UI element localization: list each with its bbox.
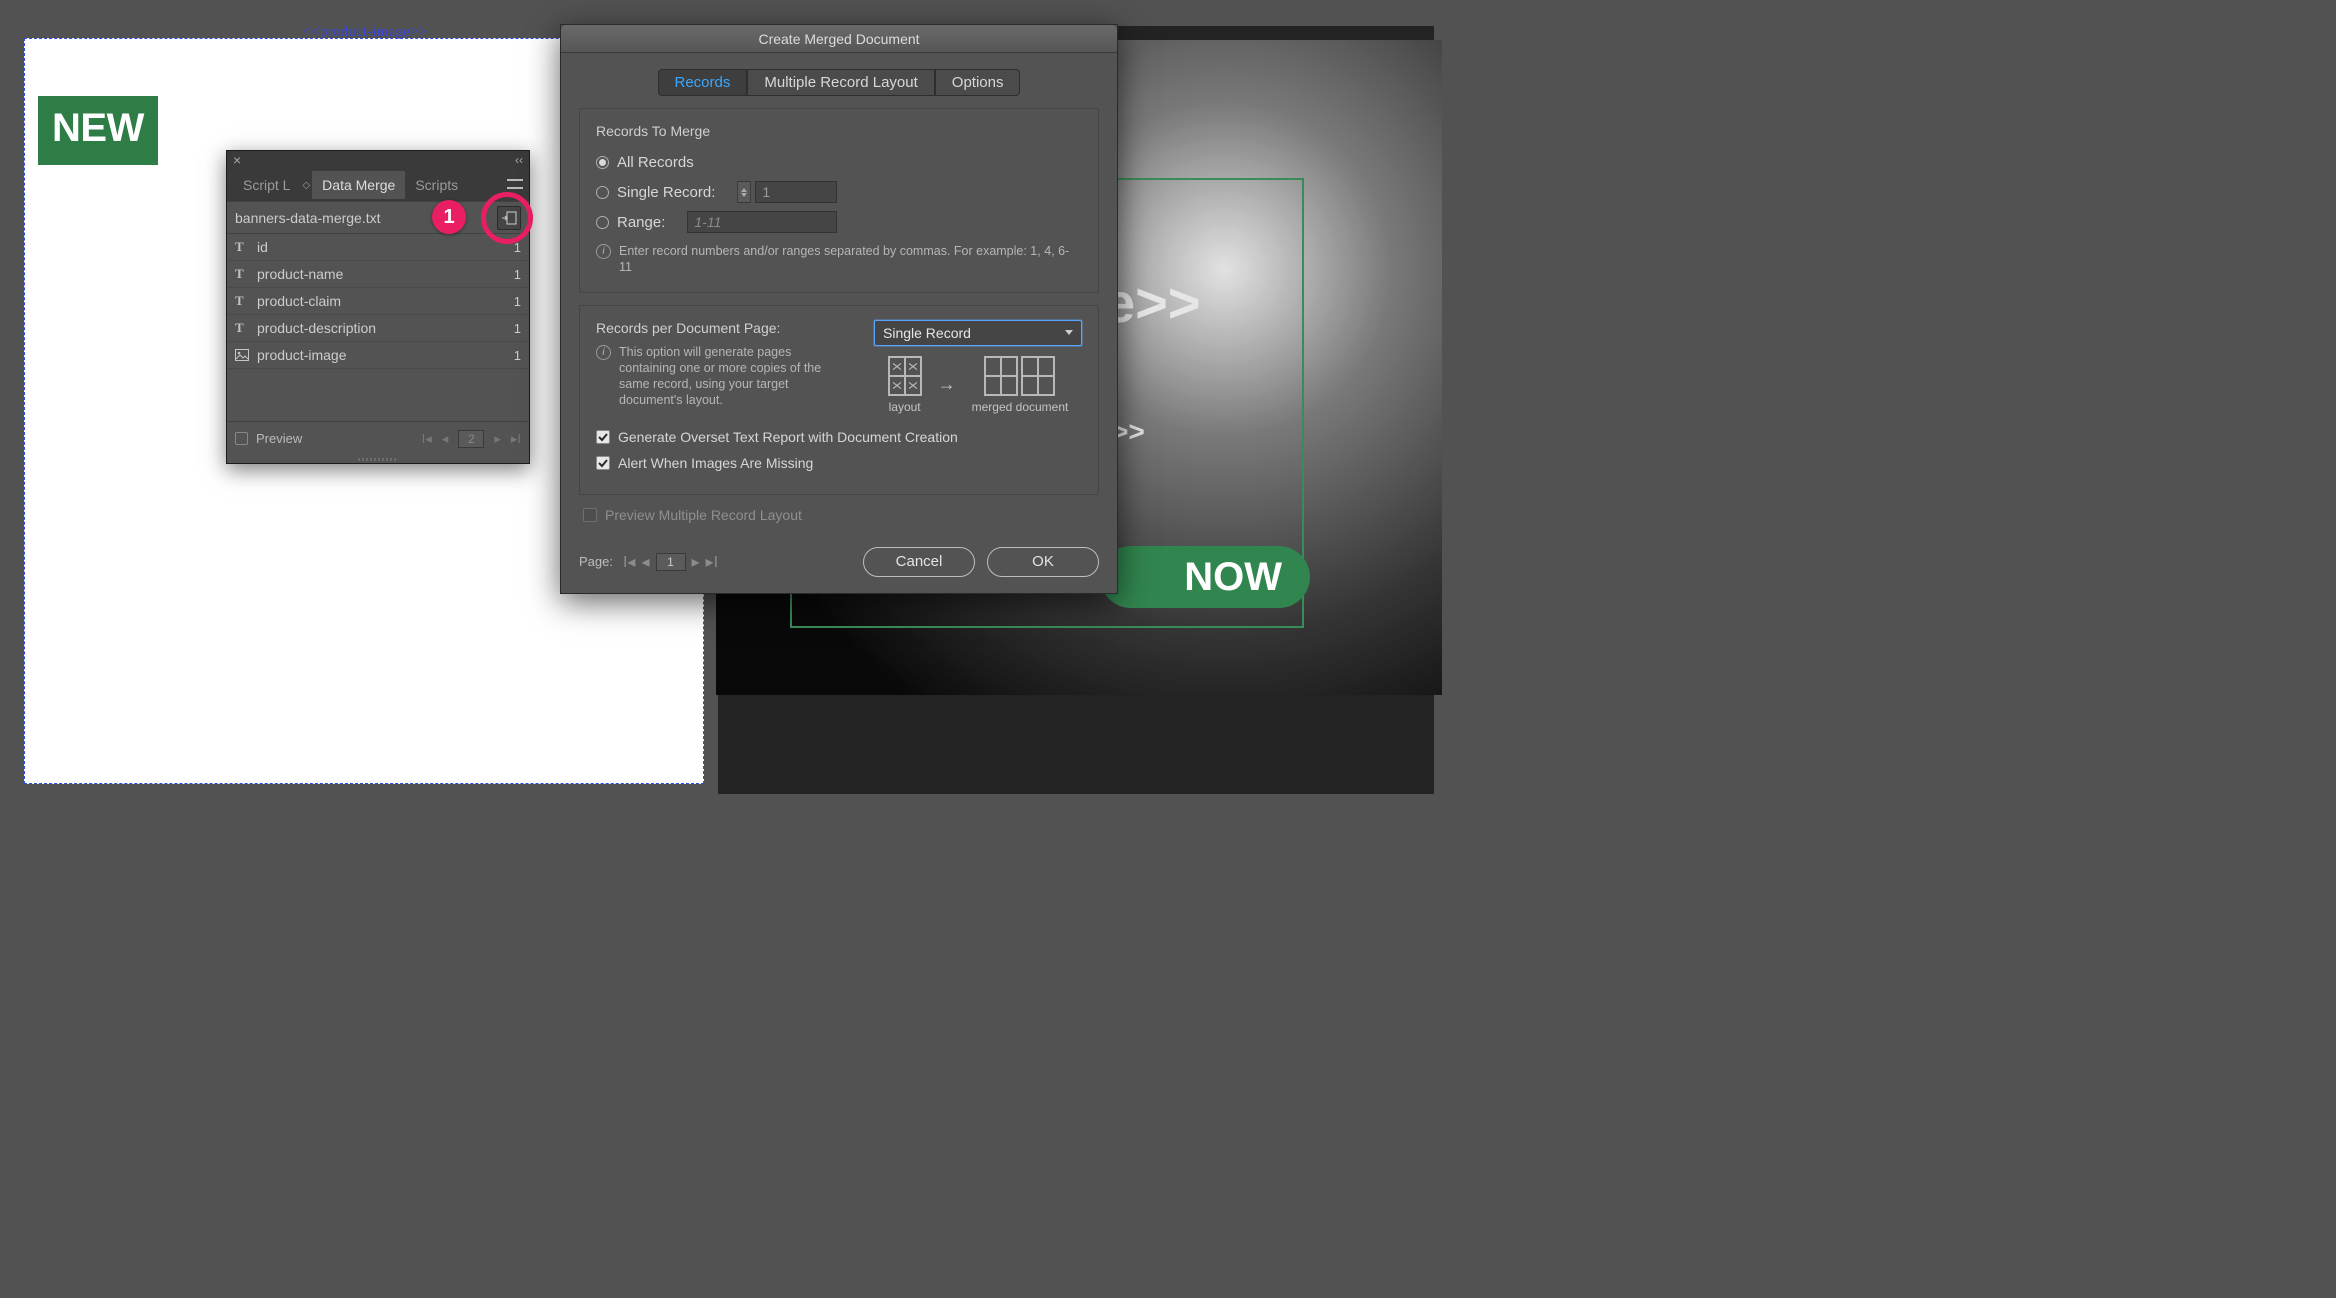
radio-range[interactable] xyxy=(596,216,609,229)
records-per-page-value: Single Record xyxy=(883,325,971,341)
single-record-label: Single Record: xyxy=(617,184,715,201)
records-to-merge-title: Records To Merge xyxy=(596,123,1082,139)
cancel-button[interactable]: Cancel xyxy=(863,547,975,577)
tab-records[interactable]: Records xyxy=(658,69,748,96)
data-merge-panel: × ‹‹ Script L ◇ Data Merge Scripts banne… xyxy=(226,150,530,464)
records-per-page-label: Records per Document Page: xyxy=(596,320,836,336)
records-per-page-hint: This option will generate pages containi… xyxy=(619,344,836,409)
prev-page-icon[interactable]: ◂ xyxy=(641,552,649,572)
preview-multiple-record-row: Preview Multiple Record Layout xyxy=(583,507,1099,523)
field-count: 1 xyxy=(514,321,521,336)
radio-all-records[interactable] xyxy=(596,156,609,169)
page-label: Page: xyxy=(579,554,613,569)
single-record-value[interactable]: 1 xyxy=(755,181,837,203)
field-count: 1 xyxy=(514,348,521,363)
layout-icon xyxy=(888,356,922,396)
tab-script-label[interactable]: Script L xyxy=(233,171,300,199)
last-record-icon[interactable]: ▸I xyxy=(511,431,521,447)
overset-report-label: Generate Overset Text Report with Docume… xyxy=(618,429,958,445)
create-merged-document-dialog: Create Merged Document Records Multiple … xyxy=(560,24,1118,594)
text-field-icon xyxy=(235,321,249,335)
field-count: 1 xyxy=(514,294,521,309)
dialog-tabs: Records Multiple Record Layout Options xyxy=(579,69,1099,96)
text-field-icon xyxy=(235,294,249,308)
tab-scripts[interactable]: Scripts xyxy=(405,171,468,199)
panel-resize-grip[interactable] xyxy=(227,455,529,463)
data-source-filename: banners-data-merge.txt xyxy=(235,210,381,226)
arrow-right-icon: → xyxy=(938,374,956,395)
alert-missing-images-checkbox[interactable] xyxy=(596,456,610,470)
tab-sort-icon[interactable]: ◇ xyxy=(300,180,312,191)
diagram-merged-label: merged document xyxy=(972,400,1069,414)
preview-multiple-record-checkbox xyxy=(583,508,597,522)
page-number-field[interactable]: 1 xyxy=(656,553,686,571)
field-name: product-name xyxy=(257,266,343,282)
records-to-merge-group: Records To Merge All Records Single Reco… xyxy=(579,108,1099,293)
preview-label: Preview xyxy=(256,431,302,446)
field-row[interactable]: product-name 1 xyxy=(227,261,529,288)
field-row[interactable]: product-description 1 xyxy=(227,315,529,342)
tab-options[interactable]: Options xyxy=(935,69,1021,96)
record-number-field[interactable]: 2 xyxy=(458,430,484,448)
field-name: product-description xyxy=(257,320,376,336)
tab-multiple-record-layout[interactable]: Multiple Record Layout xyxy=(747,69,934,96)
alert-missing-images-label: Alert When Images Are Missing xyxy=(618,455,813,471)
panel-menu-icon[interactable] xyxy=(507,178,523,190)
field-list: id 1 product-name 1 product-claim 1 prod… xyxy=(227,233,529,369)
text-field-icon xyxy=(235,267,249,281)
radio-single-record[interactable] xyxy=(596,186,609,199)
close-icon[interactable]: × xyxy=(233,152,241,168)
annotation-ring-1 xyxy=(481,192,533,244)
diagram-layout-label: layout xyxy=(889,400,921,414)
next-record-icon[interactable]: ▸ xyxy=(494,431,501,447)
field-row[interactable]: id 1 xyxy=(227,234,529,261)
field-name: id xyxy=(257,239,268,255)
new-badge: NEW xyxy=(38,96,158,165)
range-label: Range: xyxy=(617,214,665,231)
info-icon: i xyxy=(596,244,611,259)
prev-record-icon[interactable]: ◂ xyxy=(442,431,449,447)
collapse-icon[interactable]: ‹‹ xyxy=(515,153,523,167)
info-icon: i xyxy=(596,345,611,360)
overset-report-checkbox[interactable] xyxy=(596,430,610,444)
preview-multiple-record-label: Preview Multiple Record Layout xyxy=(605,507,802,523)
chevron-down-icon xyxy=(1065,330,1073,335)
field-row[interactable]: product-image 1 xyxy=(227,342,529,369)
single-record-stepper[interactable] xyxy=(737,181,751,203)
ok-button[interactable]: OK xyxy=(987,547,1099,577)
next-page-icon[interactable]: ▸ xyxy=(692,552,700,572)
image-field-icon xyxy=(235,348,249,362)
last-page-icon[interactable]: ▸I xyxy=(706,552,718,572)
merged-doc-icon xyxy=(984,356,1055,396)
shop-now-button: NOW xyxy=(1100,546,1310,608)
dialog-title: Create Merged Document xyxy=(561,25,1117,53)
first-record-icon[interactable]: I◂ xyxy=(422,431,432,447)
field-count: 1 xyxy=(514,267,521,282)
range-input[interactable]: 1-11 xyxy=(687,211,837,233)
records-per-page-diagram: layout → merged document xyxy=(874,356,1082,414)
field-name: product-image xyxy=(257,347,347,363)
all-records-label: All Records xyxy=(617,154,694,171)
records-per-page-group: Records per Document Page: i This option… xyxy=(579,305,1099,495)
field-name: product-claim xyxy=(257,293,341,309)
preview-checkbox[interactable] xyxy=(235,432,248,445)
records-per-page-dropdown[interactable]: Single Record xyxy=(874,320,1082,346)
annotation-badge-1: 1 xyxy=(432,200,466,234)
range-hint: Enter record numbers and/or ranges separ… xyxy=(619,243,1082,276)
field-row[interactable]: product-claim 1 xyxy=(227,288,529,315)
first-page-icon[interactable]: I◂ xyxy=(623,552,635,572)
placeholder-text-fragment-1: e>> xyxy=(1104,270,1201,335)
tab-data-merge[interactable]: Data Merge xyxy=(312,171,405,199)
text-field-icon xyxy=(235,240,249,254)
